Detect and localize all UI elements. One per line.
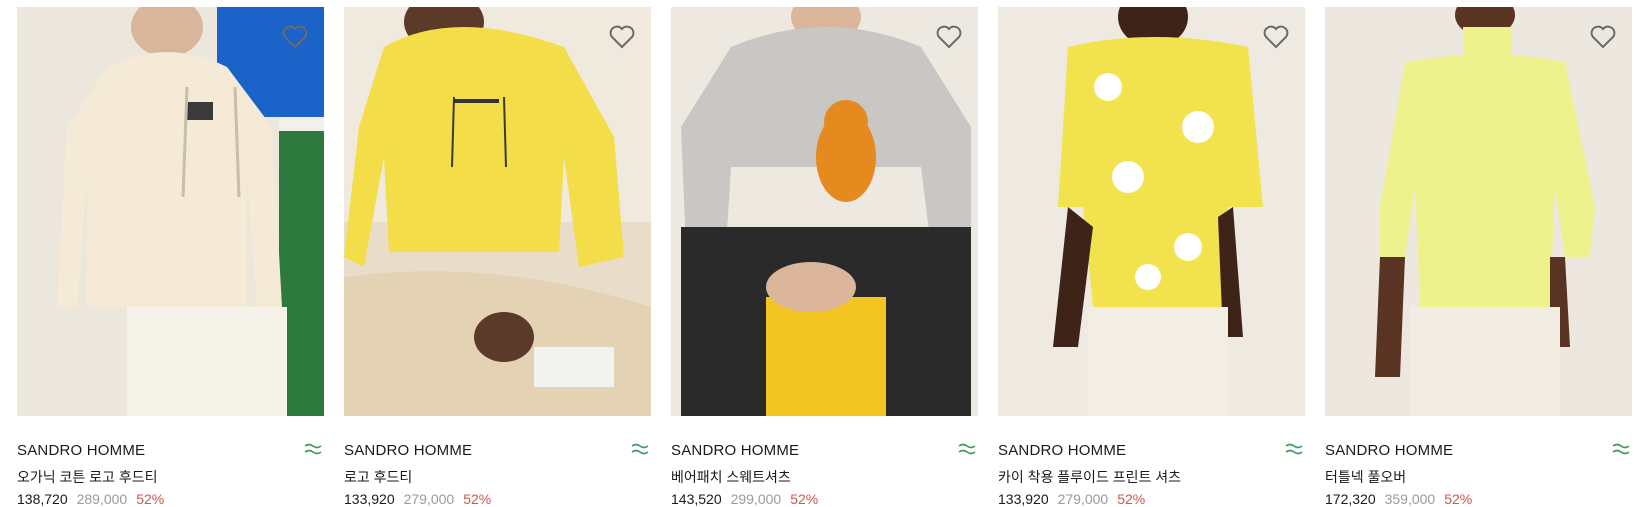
discount-rate: 52% bbox=[790, 491, 819, 507]
product-name[interactable]: 오가닉 코튼 로고 후드티 bbox=[17, 467, 157, 487]
original-price: 359,000 bbox=[1384, 491, 1436, 507]
sale-price: 138,720 bbox=[17, 491, 68, 507]
sale-price: 133,920 bbox=[344, 491, 395, 507]
sandro-logo-icon bbox=[1610, 442, 1632, 456]
original-price: 279,000 bbox=[1057, 491, 1109, 507]
sale-price: 143,520 bbox=[671, 491, 722, 507]
product-image[interactable] bbox=[344, 7, 651, 416]
product-brand[interactable]: SANDRO HOMME bbox=[998, 442, 1126, 459]
sandro-logo-icon bbox=[956, 442, 978, 456]
price-row: 138,720 289,000 52% bbox=[17, 491, 164, 507]
product-card[interactable]: SANDRO HOMME 오가닉 코튼 로고 후드티 138,720 289,00… bbox=[17, 7, 324, 507]
sandro-logo-icon bbox=[1283, 442, 1305, 456]
product-name[interactable]: 터틀넥 풀오버 bbox=[1325, 467, 1406, 487]
price-row: 133,920 279,000 52% bbox=[344, 491, 491, 507]
product-image[interactable] bbox=[671, 7, 978, 416]
sandro-logo-icon bbox=[629, 442, 651, 456]
sandro-logo-icon bbox=[302, 442, 324, 456]
price-row: 143,520 299,000 52% bbox=[671, 491, 818, 507]
wishlist-heart-icon[interactable] bbox=[1590, 25, 1616, 49]
original-price: 299,000 bbox=[730, 491, 782, 507]
original-price: 279,000 bbox=[403, 491, 455, 507]
product-brand[interactable]: SANDRO HOMME bbox=[1325, 442, 1453, 459]
product-card[interactable]: SANDRO HOMME 터틀넥 풀오버 172,320 359,000 52% bbox=[1325, 7, 1632, 507]
product-image[interactable] bbox=[1325, 7, 1632, 416]
discount-rate: 52% bbox=[1117, 491, 1146, 507]
price-row: 172,320 359,000 52% bbox=[1325, 491, 1472, 507]
product-brand[interactable]: SANDRO HOMME bbox=[17, 442, 145, 459]
sale-price: 133,920 bbox=[998, 491, 1049, 507]
product-brand[interactable]: SANDRO HOMME bbox=[344, 442, 472, 459]
discount-rate: 52% bbox=[136, 491, 165, 507]
sale-price: 172,320 bbox=[1325, 491, 1376, 507]
original-price: 289,000 bbox=[76, 491, 128, 507]
product-image[interactable] bbox=[998, 7, 1305, 416]
product-card[interactable]: SANDRO HOMME 로고 후드티 133,920 279,000 52% bbox=[344, 7, 651, 507]
product-name[interactable]: 베어패치 스웨트셔츠 bbox=[671, 467, 791, 487]
wishlist-heart-icon[interactable] bbox=[282, 25, 308, 49]
wishlist-heart-icon[interactable] bbox=[936, 25, 962, 49]
price-row: 133,920 279,000 52% bbox=[998, 491, 1145, 507]
product-card[interactable]: SANDRO HOMME 베어패치 스웨트셔츠 143,520 299,000 52… bbox=[671, 7, 978, 507]
discount-rate: 52% bbox=[1444, 491, 1473, 507]
discount-rate: 52% bbox=[463, 491, 492, 507]
product-card[interactable]: SANDRO HOMME 카이 착용 플루이드 프린트 셔츠 133,920 27… bbox=[998, 7, 1305, 507]
product-grid: SANDRO HOMME 오가닉 코튼 로고 후드티 138,720 289,00… bbox=[0, 0, 1637, 507]
product-name[interactable]: 카이 착용 플루이드 프린트 셔츠 bbox=[998, 467, 1181, 487]
product-image[interactable] bbox=[17, 7, 324, 416]
product-brand[interactable]: SANDRO HOMME bbox=[671, 442, 799, 459]
wishlist-heart-icon[interactable] bbox=[609, 25, 635, 49]
product-name[interactable]: 로고 후드티 bbox=[344, 467, 412, 487]
wishlist-heart-icon[interactable] bbox=[1263, 25, 1289, 49]
